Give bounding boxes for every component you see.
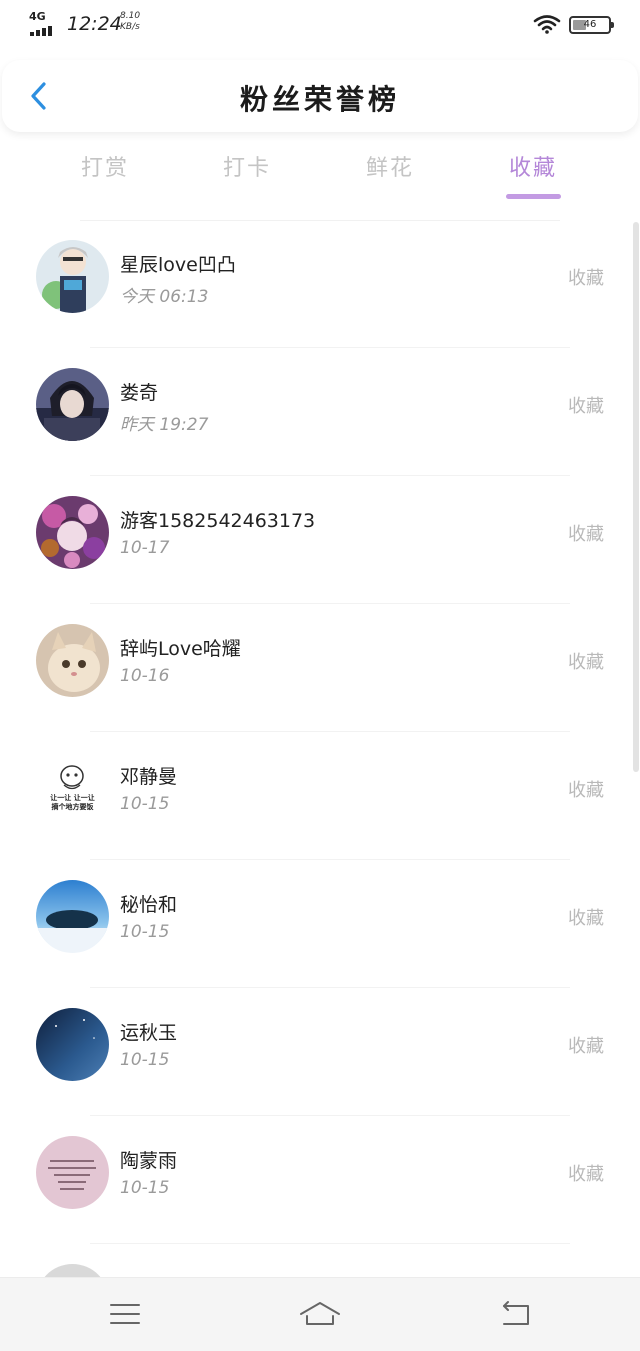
system-nav-bar bbox=[0, 1277, 640, 1351]
tab-favorites[interactable]: 收藏 bbox=[498, 150, 568, 182]
list-item[interactable]: 衡立 bbox=[0, 1244, 640, 1278]
menu-button[interactable] bbox=[105, 1298, 145, 1330]
list-item[interactable]: 游客1582542463173 10-17 收藏 bbox=[0, 476, 640, 604]
network-speed-unit: KB/s bbox=[120, 22, 140, 32]
tab-reward[interactable]: 打赏 bbox=[70, 150, 140, 182]
fan-list: 星辰love凹凸 今天 06:13 收藏 娄奇 昨天 19:27 收藏 游客15… bbox=[0, 220, 640, 1278]
favorite-time: 今天 06:13 bbox=[120, 287, 209, 307]
list-item[interactable]: 娄奇 昨天 19:27 收藏 bbox=[0, 348, 640, 476]
avatar: 让一让 让一让 摘个地方要饭 bbox=[36, 752, 109, 825]
list-item[interactable]: 让一让 让一让 摘个地方要饭 邓静曼 10-15 收藏 bbox=[0, 732, 640, 860]
action-label: 收藏 bbox=[568, 1036, 604, 1057]
scrollbar[interactable] bbox=[633, 222, 639, 772]
avatar bbox=[36, 624, 109, 697]
active-tab-indicator bbox=[506, 194, 561, 199]
tab-bar: 打赏 打卡 鲜花 收藏 bbox=[0, 140, 640, 210]
avatar bbox=[36, 368, 109, 441]
avatar bbox=[36, 240, 109, 313]
user-name: 游客1582542463173 bbox=[120, 510, 316, 532]
status-bar: 4G 12:24 8.10 KB/s 46 bbox=[0, 0, 640, 50]
tab-checkin[interactable]: 打卡 bbox=[212, 150, 282, 182]
action-label: 收藏 bbox=[568, 1164, 604, 1185]
action-label: 收藏 bbox=[568, 524, 604, 545]
clock: 12:24 bbox=[67, 13, 122, 35]
signal-icon bbox=[30, 26, 52, 36]
list-item[interactable]: 星辰love凹凸 今天 06:13 收藏 bbox=[0, 220, 640, 348]
avatar bbox=[36, 496, 109, 569]
user-name: 邓静曼 bbox=[120, 766, 178, 788]
network-speed: 8.10 KB/s bbox=[120, 11, 140, 33]
favorite-time: 10-16 bbox=[120, 666, 170, 686]
network-type: 4G bbox=[29, 10, 46, 23]
avatar bbox=[36, 880, 109, 953]
return-button[interactable] bbox=[496, 1298, 536, 1330]
battery-level: 46 bbox=[583, 19, 597, 30]
battery-icon: 46 bbox=[569, 16, 614, 34]
user-name: 运秋玉 bbox=[120, 1022, 178, 1044]
user-name: 辞屿Love哈耀 bbox=[120, 638, 241, 660]
user-name: 星辰love凹凸 bbox=[120, 254, 236, 276]
avatar bbox=[36, 1008, 109, 1081]
favorite-time: 10-17 bbox=[120, 538, 170, 558]
action-label: 收藏 bbox=[568, 780, 604, 801]
user-name: 秘怡和 bbox=[120, 894, 178, 916]
user-name: 娄奇 bbox=[120, 382, 159, 404]
avatar-sticker-text: 让一让 让一让 bbox=[50, 794, 95, 802]
favorite-time: 10-15 bbox=[120, 922, 170, 942]
list-item[interactable]: 辞屿Love哈耀 10-16 收藏 bbox=[0, 604, 640, 732]
action-label: 收藏 bbox=[568, 652, 604, 673]
action-label: 收藏 bbox=[568, 908, 604, 929]
user-name: 陶蒙雨 bbox=[120, 1150, 178, 1172]
avatar-sticker-text: 摘个地方要饭 bbox=[51, 803, 94, 811]
favorite-time: 昨天 19:27 bbox=[120, 415, 209, 435]
home-button[interactable] bbox=[298, 1298, 342, 1330]
avatar bbox=[36, 1136, 109, 1209]
list-item[interactable]: 陶蒙雨 10-15 收藏 bbox=[0, 1116, 640, 1244]
avatar bbox=[36, 1264, 109, 1278]
action-label: 收藏 bbox=[568, 268, 604, 289]
list-item[interactable]: 秘怡和 10-15 收藏 bbox=[0, 860, 640, 988]
page-title: 粉丝荣誉榜 bbox=[239, 83, 400, 116]
action-label: 收藏 bbox=[568, 396, 604, 417]
header: 粉丝荣誉榜 bbox=[2, 60, 638, 132]
list-item[interactable]: 运秋玉 10-15 收藏 bbox=[0, 988, 640, 1116]
network-speed-value: 8.10 bbox=[120, 11, 141, 21]
home-icon bbox=[300, 1302, 340, 1325]
favorite-time: 10-15 bbox=[120, 1050, 170, 1070]
tab-flowers[interactable]: 鲜花 bbox=[355, 150, 425, 182]
menu-icon bbox=[110, 1304, 140, 1324]
return-icon bbox=[503, 1301, 529, 1325]
favorite-time: 10-15 bbox=[120, 1178, 170, 1198]
favorite-time: 10-15 bbox=[120, 794, 170, 814]
wifi-icon bbox=[533, 15, 561, 34]
